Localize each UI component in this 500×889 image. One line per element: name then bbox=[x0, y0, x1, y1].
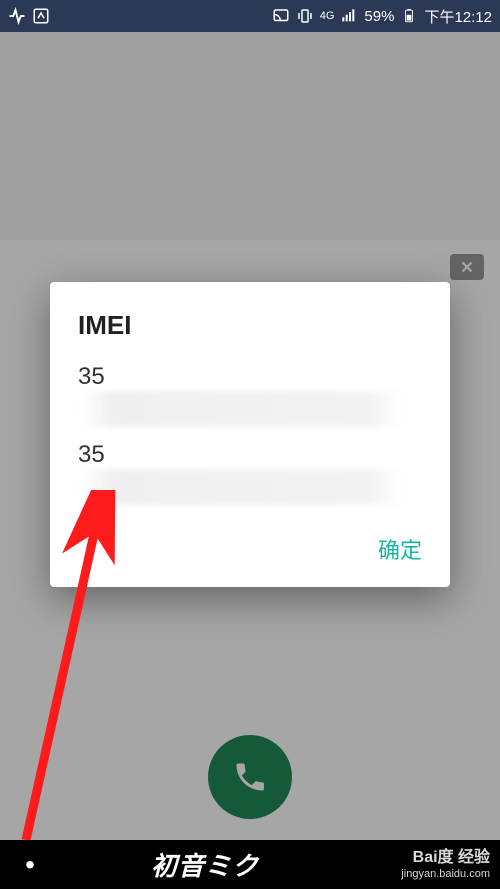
vibrate-icon bbox=[296, 7, 314, 25]
clock: 下午12:12 bbox=[424, 6, 492, 27]
redacted-area bbox=[82, 391, 402, 427]
watermark-brand: Bai度 经验 bbox=[350, 848, 490, 867]
imei-dialog: IMEI 35 35 确定 bbox=[50, 282, 450, 587]
watermark: Bai度 经验 jingyan.baidu.com bbox=[350, 848, 500, 880]
dialog-title: IMEI bbox=[78, 310, 422, 341]
network-label: 4G bbox=[320, 11, 335, 22]
activity-icon bbox=[8, 7, 26, 25]
battery-percent: 59% bbox=[364, 8, 394, 25]
bottom-center-label: 初音ミク bbox=[60, 846, 350, 883]
screenshot-icon bbox=[32, 7, 50, 25]
nav-dot[interactable]: • bbox=[0, 851, 60, 879]
redacted-area bbox=[82, 469, 402, 505]
cast-icon bbox=[272, 7, 290, 25]
ok-button[interactable]: 确定 bbox=[78, 533, 422, 565]
signal-icon bbox=[340, 7, 358, 25]
watermark-url: jingyan.baidu.com bbox=[350, 868, 490, 881]
bottom-bar: • 初音ミク Bai度 经验 jingyan.baidu.com bbox=[0, 840, 500, 889]
status-bar: 4G 59% 下午12:12 bbox=[0, 0, 500, 32]
imei-value-2: 35 bbox=[78, 441, 422, 505]
imei-value-1: 35 bbox=[78, 363, 422, 427]
battery-icon bbox=[400, 7, 418, 25]
